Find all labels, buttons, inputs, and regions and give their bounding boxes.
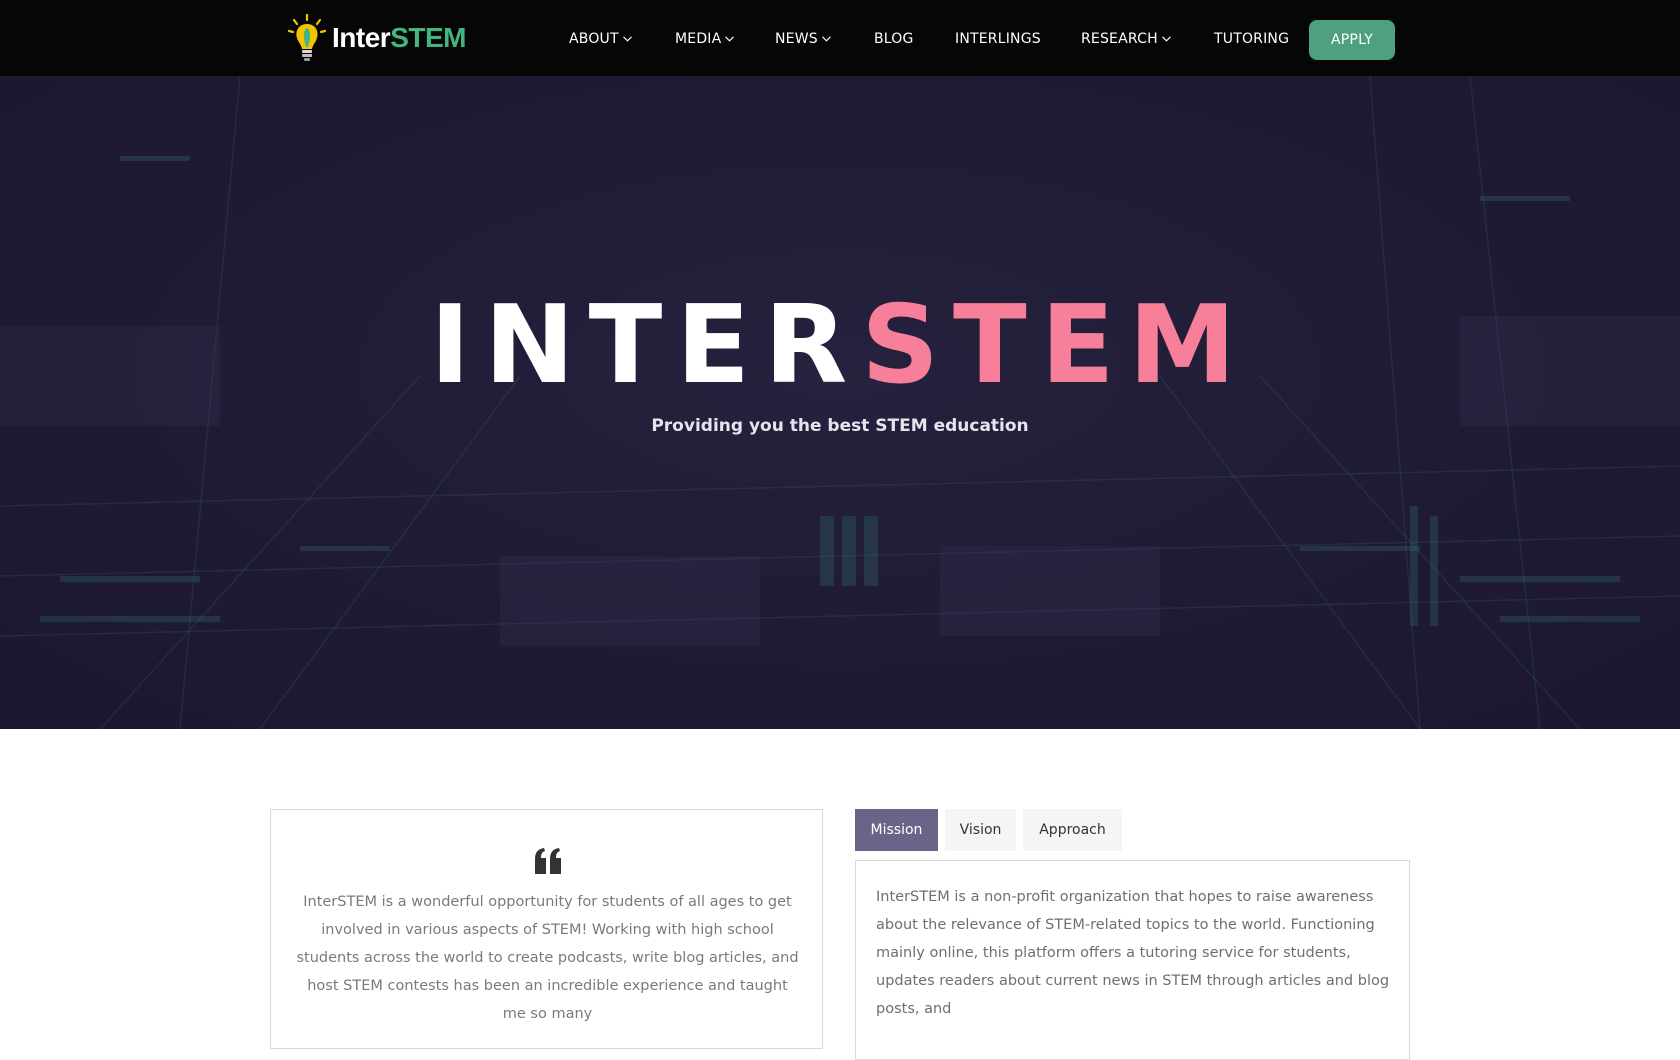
lightbulb-icon <box>288 14 326 61</box>
nav-media-label: MEDIA <box>675 31 722 47</box>
nav-interlings-label: INTERLINGS <box>955 31 1041 47</box>
nav-about[interactable]: ABOUT <box>569 28 632 50</box>
nav-research-label: RESEARCH <box>1081 31 1158 47</box>
apply-button[interactable]: APPLY <box>1309 20 1395 60</box>
nav-research[interactable]: RESEARCH <box>1081 28 1171 50</box>
nav-interlings[interactable]: INTERLINGS <box>955 28 1041 50</box>
quote-icon <box>535 848 561 874</box>
logo-text-inter: Inter <box>332 22 391 53</box>
tab-panel-text: InterSTEM is a non-profit organization t… <box>876 889 1390 1017</box>
site-logo[interactable]: InterSTEM <box>288 14 466 62</box>
hero-title-stem: STEM <box>861 283 1250 408</box>
chevron-down-icon <box>622 36 632 42</box>
tab-mission[interactable]: Mission <box>855 809 938 851</box>
logo-text: InterSTEM <box>332 22 466 54</box>
tab-vision[interactable]: Vision <box>945 809 1016 851</box>
nav-media[interactable]: MEDIA <box>675 28 735 50</box>
testimonial-card: InterSTEM is a wonderful opportunity for… <box>270 809 823 1049</box>
hero-title: INTERSTEM <box>0 286 1680 406</box>
chevron-down-icon <box>725 36 735 42</box>
top-navbar: InterSTEM ABOUT MEDIA NEWS BLOG INTERLIN… <box>0 0 1680 76</box>
chevron-down-icon <box>1161 36 1171 42</box>
nav-tutoring-label: TUTORING <box>1214 31 1290 47</box>
nav-blog[interactable]: BLOG <box>874 28 914 50</box>
chevron-down-icon <box>821 36 831 42</box>
tab-panel-mission: InterSTEM is a non-profit organization t… <box>855 860 1410 1060</box>
nav-news[interactable]: NEWS <box>775 28 831 50</box>
hero-title-inter: INTER <box>430 283 862 408</box>
nav-news-label: NEWS <box>775 31 818 47</box>
testimonial-text: InterSTEM is a wonderful opportunity for… <box>296 894 799 1022</box>
logo-text-stem: STEM <box>390 22 466 53</box>
hero-subtitle: Providing you the best STEM education <box>651 416 1029 436</box>
tab-approach[interactable]: Approach <box>1023 809 1122 851</box>
nav-tutoring[interactable]: TUTORING <box>1214 28 1289 50</box>
nav-blog-label: BLOG <box>874 31 914 47</box>
hero-banner: INTERSTEM Providing you the best STEM ed… <box>0 76 1680 729</box>
nav-about-label: ABOUT <box>569 31 619 47</box>
